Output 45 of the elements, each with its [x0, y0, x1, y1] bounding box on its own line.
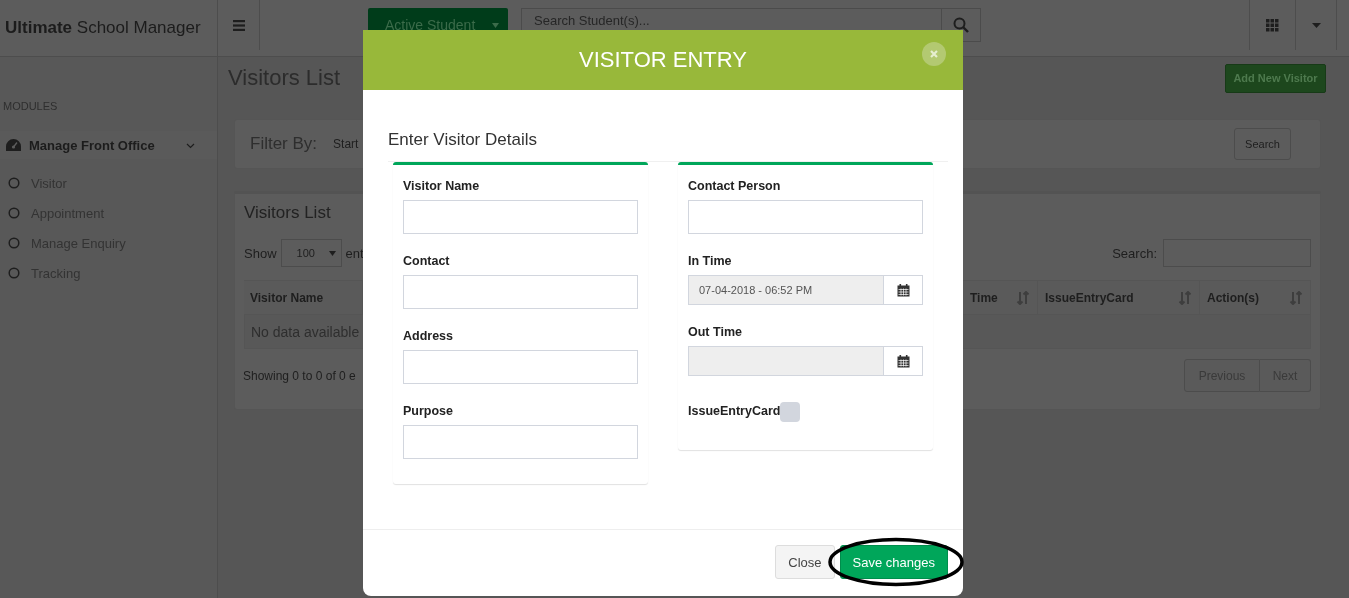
circle-icon: [8, 267, 20, 279]
caret-icon: [1311, 22, 1321, 28]
field-label: In Time: [688, 253, 733, 270]
calendar-icon: [896, 354, 910, 368]
page-size-select[interactable]: 100: [280, 239, 342, 267]
close-button[interactable]: Close: [775, 545, 835, 579]
date-time-field[interactable]: 07-04-2018 - 06:52 PM: [688, 275, 923, 305]
panel-title: Visitors List: [244, 203, 331, 223]
search-button[interactable]: Search: [1234, 128, 1291, 160]
caret-icon: [328, 250, 336, 256]
field-label: Contact Person: [688, 178, 782, 195]
input-field[interactable]: [403, 200, 638, 234]
save-button[interactable]: Save changes: [839, 545, 948, 579]
circle-icon: [8, 237, 20, 249]
form-heading: Enter Visitor Details: [388, 130, 948, 162]
date-time-field[interactable]: [688, 346, 923, 376]
field-label: Start: [333, 137, 359, 151]
close-icon: [930, 50, 938, 58]
input-field[interactable]: [403, 350, 638, 384]
entries-label: ent: [345, 245, 364, 261]
field-label: Contact: [403, 253, 451, 270]
show-label: Show: [244, 245, 277, 261]
grid-icon: [1266, 18, 1279, 32]
circle-icon: [8, 207, 20, 219]
user-menu-button[interactable]: [1295, 0, 1337, 50]
circle-icon: [8, 177, 20, 189]
field-label: Purpose: [403, 403, 454, 420]
input-field[interactable]: [688, 200, 923, 234]
field-label: IssueEntryCard: [688, 403, 781, 420]
caret-icon: [492, 22, 499, 28]
field-label: Address: [403, 328, 455, 345]
input-field[interactable]: [403, 275, 638, 309]
menu-icon: [232, 19, 245, 31]
table-info: Showing 0 to 0 of 0 e: [243, 368, 356, 383]
field-label: Visitor Name: [403, 178, 481, 195]
field-label: Out Time: [688, 324, 743, 341]
toggle-checkbox[interactable]: [780, 401, 801, 422]
dashboard-icon: [6, 139, 21, 151]
input-field[interactable]: [403, 425, 638, 459]
search-icon: [953, 17, 969, 33]
close-button[interactable]: [922, 42, 946, 66]
search-label: Search:: [1112, 245, 1157, 261]
calendar-icon: [896, 283, 910, 297]
app-title: Ultimate School Manager: [5, 18, 201, 38]
modal-title: VISITOR ENTRY: [579, 47, 747, 73]
